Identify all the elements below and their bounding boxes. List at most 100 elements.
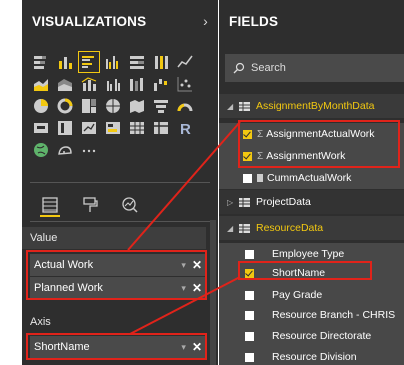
value-field-pill[interactable]: Actual Work ▾ ✕ xyxy=(30,254,206,276)
power-bi-panes: VISUALIZATIONS › R Value Actual Work ▾ ✕… xyxy=(0,0,404,365)
checkbox[interactable] xyxy=(245,249,254,259)
stacked-bar-icon[interactable] xyxy=(31,52,51,72)
calculator-icon xyxy=(257,174,263,182)
sigma-icon: Σ xyxy=(257,150,264,162)
line-clustered-column-icon[interactable] xyxy=(103,74,123,94)
visualizations-pane: VISUALIZATIONS › R Value Actual Work ▾ ✕… xyxy=(22,0,218,365)
arcgis-icon[interactable] xyxy=(55,140,75,160)
slicer-icon[interactable] xyxy=(103,118,123,138)
field-name: AssignmentWork xyxy=(266,150,346,162)
checkbox[interactable] xyxy=(243,129,252,139)
funnel-icon[interactable] xyxy=(151,96,171,116)
value-field-label: Planned Work xyxy=(34,282,103,294)
field-item[interactable]: ShortName xyxy=(219,262,404,284)
field-item[interactable]: Pay Grade xyxy=(219,284,404,306)
search-input[interactable]: Search xyxy=(225,54,404,82)
ribbon-chart-icon[interactable] xyxy=(127,74,147,94)
field-name: Resource Division xyxy=(272,351,357,363)
search-icon xyxy=(233,62,245,74)
pie-chart-icon[interactable] xyxy=(31,96,51,116)
divider xyxy=(30,221,210,222)
scrollbar[interactable] xyxy=(210,220,216,365)
field-name: Resource Branch - CHRIS xyxy=(272,309,396,321)
close-icon[interactable]: ✕ xyxy=(192,281,202,295)
chevron-down-icon[interactable]: ▾ xyxy=(181,283,186,294)
stacked-area-icon[interactable] xyxy=(55,74,75,94)
table-row[interactable]: ◢ ResourceData xyxy=(219,216,404,240)
map-icon[interactable] xyxy=(103,96,123,116)
well-tabs xyxy=(40,195,160,217)
checkbox[interactable] xyxy=(245,290,254,300)
axis-field-pill[interactable]: ShortName ▾ ✕ xyxy=(30,336,206,358)
globe-icon[interactable] xyxy=(31,140,51,160)
filled-map-icon[interactable] xyxy=(127,96,147,116)
chevron-down-icon[interactable]: ▾ xyxy=(181,260,186,271)
checkbox[interactable] xyxy=(245,310,254,320)
format-paint-icon[interactable] xyxy=(80,195,100,215)
field-item[interactable]: Σ AssignmentWork xyxy=(219,145,404,167)
table-name: ResourceData xyxy=(256,222,324,234)
checkbox[interactable] xyxy=(245,331,254,341)
checkbox[interactable] xyxy=(243,151,252,161)
matrix-icon[interactable] xyxy=(151,118,171,138)
svg-text:R: R xyxy=(180,121,191,137)
table-icon xyxy=(239,223,250,233)
area-chart-icon[interactable] xyxy=(31,74,51,94)
gauge-icon[interactable] xyxy=(175,96,195,116)
divider xyxy=(30,182,210,183)
close-icon[interactable]: ✕ xyxy=(192,340,202,354)
r-visual-icon[interactable]: R xyxy=(175,118,195,138)
table-name: AssignmentByMonthData xyxy=(256,100,375,112)
stacked-column-icon[interactable] xyxy=(55,52,75,72)
expand-arrow-icon[interactable]: ◢ xyxy=(227,224,237,233)
fields-pane: FIELDS Search ◢ AssignmentByMonthData Σ … xyxy=(219,0,404,365)
waterfall-icon[interactable] xyxy=(151,74,171,94)
checkbox[interactable] xyxy=(245,352,254,362)
table-icon xyxy=(239,101,250,111)
field-item[interactable]: Resource Branch - CHRIS xyxy=(219,304,404,326)
table-row[interactable]: ▷ ProjectData xyxy=(219,190,404,214)
expand-arrow-icon[interactable]: ▷ xyxy=(227,198,237,207)
value-field-pill[interactable]: Planned Work ▾ ✕ xyxy=(30,277,206,299)
scatter-icon[interactable] xyxy=(175,74,195,94)
table-icon xyxy=(239,197,250,207)
table-row[interactable]: ◢ AssignmentByMonthData xyxy=(219,94,404,118)
field-item[interactable]: Σ AssignmentActualWork xyxy=(219,123,404,145)
analytics-icon[interactable] xyxy=(120,195,140,215)
axis-well-label: Axis xyxy=(22,311,206,333)
table-icon[interactable] xyxy=(127,118,147,138)
close-icon[interactable]: ✕ xyxy=(192,258,202,272)
table-name: ProjectData xyxy=(256,196,311,208)
more-ellipsis[interactable] xyxy=(79,140,99,160)
visualizations-title: VISUALIZATIONS xyxy=(32,13,147,29)
kpi-icon[interactable] xyxy=(79,118,99,138)
visualizations-header: VISUALIZATIONS › xyxy=(22,0,218,42)
field-name: Pay Grade xyxy=(272,289,323,301)
expand-arrow-icon[interactable]: ◢ xyxy=(227,102,237,111)
treemap-icon[interactable] xyxy=(79,96,99,116)
field-item[interactable]: Resource Directorate xyxy=(219,325,404,347)
line-chart-icon[interactable] xyxy=(175,52,195,72)
fields-header: FIELDS xyxy=(219,0,404,42)
chevron-down-icon[interactable]: ▾ xyxy=(181,342,186,353)
chevron-right-icon[interactable]: › xyxy=(203,13,208,29)
clustered-column-icon[interactable] xyxy=(103,52,123,72)
donut-chart-icon[interactable] xyxy=(55,96,75,116)
100-stacked-column-icon[interactable] xyxy=(151,52,171,72)
sigma-icon: Σ xyxy=(257,128,264,140)
checkbox[interactable] xyxy=(243,173,252,183)
field-name: ShortName xyxy=(272,267,326,279)
search-placeholder: Search xyxy=(251,62,286,74)
field-item[interactable]: CummActualWork xyxy=(219,167,404,189)
field-item[interactable]: Resource Division xyxy=(219,346,404,365)
fields-title: FIELDS xyxy=(229,13,279,29)
clustered-bar-icon[interactable] xyxy=(78,51,100,73)
checkbox[interactable] xyxy=(245,268,254,278)
field-name: Resource Directorate xyxy=(272,330,372,342)
field-name: Employee Type xyxy=(272,248,345,260)
fields-tab-icon[interactable] xyxy=(40,195,60,217)
card-icon[interactable] xyxy=(31,118,51,138)
100-stacked-bar-icon[interactable] xyxy=(127,52,147,72)
multi-row-card-icon[interactable] xyxy=(55,118,75,138)
line-stacked-column-icon[interactable] xyxy=(79,74,99,94)
